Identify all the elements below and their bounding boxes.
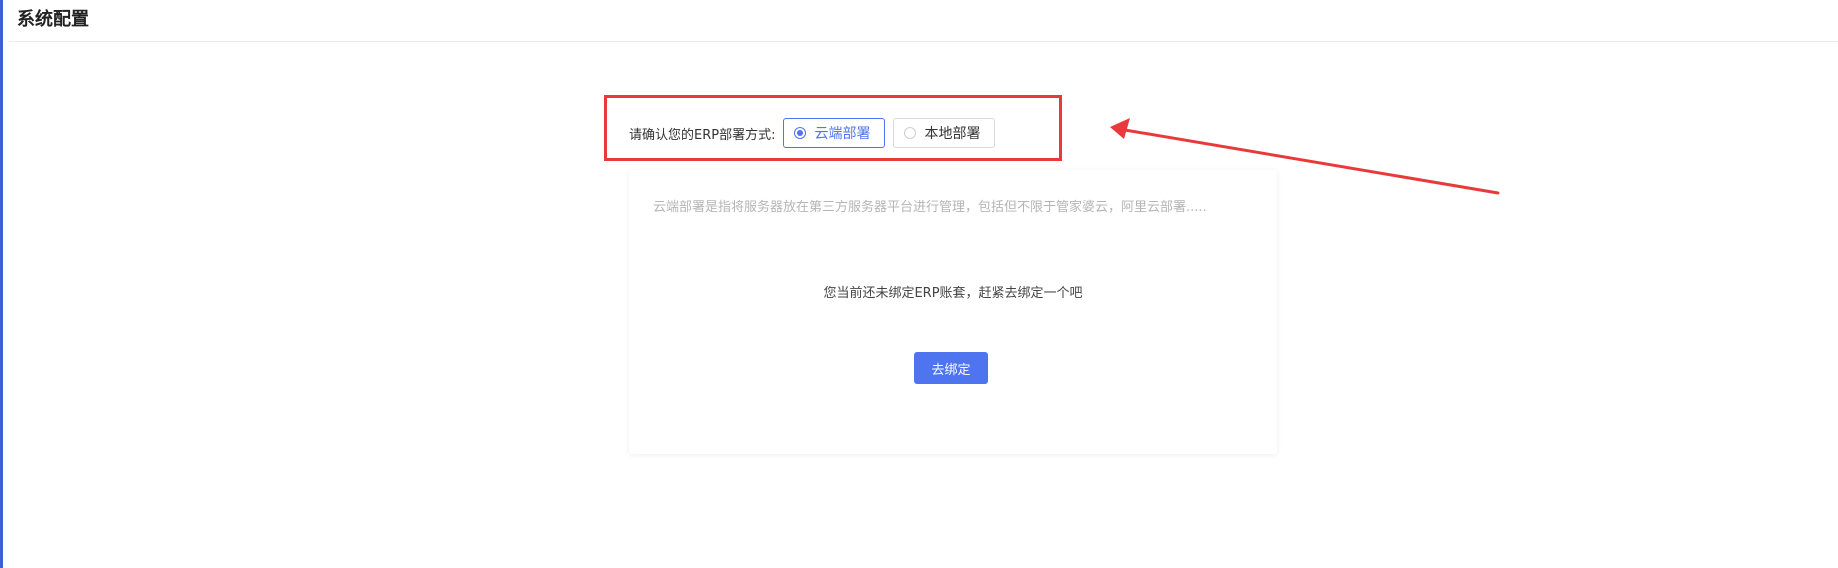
radio-cloud-deploy-label: 云端部署 (814, 126, 871, 142)
left-edge-bar (0, 0, 3, 568)
radio-cloud-deploy[interactable]: 云端部署 (783, 118, 886, 148)
radio-unchecked-icon (904, 127, 917, 139)
page-header: 系统配置 (9, 0, 1838, 42)
bind-button[interactable]: 去绑定 (914, 352, 988, 384)
system-config-page: 系统配置 请确认您的ERP部署方式: 云端部署 本地部署 云端部署是指将服务器放… (0, 0, 1838, 568)
radio-checked-icon (794, 127, 807, 139)
deploy-description: 云端部署是指将服务器放在第三方服务器平台进行管理，包括但不限于管家婆云，阿里云部… (653, 200, 1207, 215)
deploy-method-row: 请确认您的ERP部署方式: 云端部署 本地部署 (629, 116, 1003, 150)
unbound-message: 您当前还未绑定ERP账套，赶紧去绑定一个吧 (823, 286, 1083, 301)
radio-local-deploy-label: 本地部署 (924, 126, 981, 142)
page-title: 系统配置 (17, 9, 89, 30)
deploy-info-card: 云端部署是指将服务器放在第三方服务器平台进行管理，包括但不限于管家婆云，阿里云部… (629, 170, 1277, 454)
deploy-method-label: 请确认您的ERP部署方式: (629, 127, 776, 143)
radio-local-deploy[interactable]: 本地部署 (893, 118, 996, 148)
